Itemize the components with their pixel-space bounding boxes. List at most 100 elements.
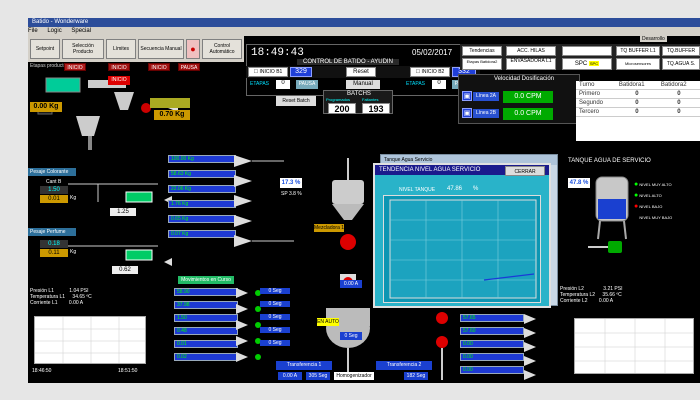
- tq-agua-button[interactable]: TQ.AGUA S.: [662, 58, 700, 70]
- scada-screen: Batido - Wonderware File Logic Special S…: [28, 18, 700, 383]
- status-dot-icon: ●: [634, 203, 639, 210]
- setpoint-button[interactable]: Setpoint: [30, 39, 60, 59]
- spc-button[interactable]: SPC SPC: [562, 58, 612, 70]
- turno-row-b1: 0: [615, 107, 658, 117]
- linea2-label: Línea 2B: [473, 109, 499, 118]
- sec-value: 0 Seg: [260, 301, 290, 307]
- window-titlebar: Batido - Wonderware: [28, 18, 700, 27]
- trend-popup: TENDENCIA NIVEL AGUA SERVICIO CERRAR NIV…: [373, 163, 551, 308]
- status-dot-icon: ●: [634, 181, 639, 188]
- reset-button[interactable]: Reset: [346, 67, 376, 77]
- inicio-small-button[interactable]: INICIO: [108, 76, 130, 85]
- status-dot-icon: ●: [634, 192, 639, 199]
- transf-value-3: 182 Seg: [404, 372, 428, 380]
- popup-title: TENDENCIA NIVEL AGUA SERVICIO: [379, 167, 481, 173]
- spc-badge: SPC: [588, 61, 600, 66]
- sec-value: 0 Seg: [260, 314, 290, 320]
- nivel-indicators: ● NIVEL MUY ALTO ● NIVEL ALTO ● NIVEL BA…: [634, 181, 672, 221]
- tq-buffer-l2-button[interactable]: TQ.BUFFER: [662, 46, 700, 56]
- tag-item: 0.02: [174, 353, 238, 361]
- mezcladora-label: Mezcladora 1: [314, 224, 345, 232]
- bottom-tag-column: 58.90 37.98 1.50 0.48 0.01 0.02: [174, 288, 238, 361]
- inicio-b1-value: 329: [290, 67, 312, 77]
- control-automatico-button[interactable]: Control Automático: [202, 39, 242, 59]
- nivel-trend-chart: [383, 195, 541, 303]
- weight-right-value: 0.70 Kg: [154, 110, 190, 120]
- etapas-left-label: ETAPAS: [250, 81, 269, 87]
- tag-item: 100.00 Kg: [168, 155, 236, 163]
- transferencia2-label: Transferencia 2: [376, 361, 432, 370]
- transf-value-1: 0.00 A: [278, 372, 302, 380]
- linea2-value: 0.0 CPM: [503, 108, 553, 120]
- seleccion-producto-button[interactable]: Selección Producto: [62, 39, 104, 59]
- menu-logic[interactable]: Logic: [47, 28, 61, 34]
- turno-row-label: Primero: [576, 89, 616, 99]
- perfume-value-2: 0.11: [40, 249, 68, 257]
- inicio-b1-button[interactable]: ☐ INICIO B1: [248, 67, 288, 77]
- velocidad-title: Velocidad Dosificación: [493, 76, 555, 82]
- envasadora-button[interactable]: ENVASADORA L1: [506, 58, 556, 70]
- perfume-value-3: 0.62: [112, 266, 138, 274]
- corriente-l2-label: Corriente L2: [560, 298, 588, 304]
- temp-l1-unit: ºC: [86, 294, 92, 300]
- turno-row-b2: 0: [657, 89, 700, 99]
- sp-left-label: SP 3.8 %: [281, 191, 302, 197]
- alarm-icon[interactable]: ●: [186, 39, 200, 59]
- tq-buffer-l1-button[interactable]: TQ BUFFER L1: [616, 46, 660, 56]
- tag-item: 0.00: [460, 353, 524, 361]
- clock-time: 18:49:43: [251, 47, 304, 59]
- turno-row-b1: 0: [615, 98, 658, 108]
- turno-row-b1: 0: [615, 89, 658, 99]
- right-bottom-arrows: [524, 314, 536, 380]
- reset-batch-button[interactable]: Reset Batch: [276, 96, 316, 106]
- inicio-b2-button[interactable]: ☐ INICIO B2: [410, 67, 450, 77]
- l1-readings: Presión L1 1.04 PSI Temperatura L1 34.65…: [30, 288, 150, 318]
- turno-row-label: Segundo: [576, 98, 616, 108]
- colorante-value-2: 0.01: [40, 195, 68, 203]
- time-axis-end: 18:51:50: [118, 368, 138, 374]
- limites-button[interactable]: Límites: [106, 39, 136, 59]
- time-axis-start: 18:46:50: [32, 368, 52, 374]
- weight-left-value: 0.00 Kg: [30, 102, 62, 112]
- batchs-prog-label: Programados: [326, 97, 351, 102]
- close-button[interactable]: CERRAR: [505, 166, 545, 176]
- sec-column: 0 Seg 0 Seg 0 Seg 0 Seg 0 Seg: [260, 288, 290, 346]
- motor-value: 0.00 A: [340, 280, 362, 288]
- etapas-right-value: 0: [432, 80, 446, 89]
- tag-item: 37.98: [174, 301, 238, 309]
- pausa-left-button[interactable]: PAUSA: [296, 80, 318, 89]
- tag-item: 0.01: [174, 340, 238, 348]
- clock-date: 05/02/2017: [412, 48, 453, 57]
- tag-item: 1.50: [174, 314, 238, 322]
- microsensores-button[interactable]: Microsensores: [616, 58, 660, 70]
- corriente-l1-value: 0.00: [68, 300, 79, 306]
- transferencia1-label: Transferencia 1: [276, 361, 332, 370]
- perfume-value-1: 0.18: [40, 240, 68, 248]
- menu-file[interactable]: File: [28, 28, 38, 34]
- secuencia-manual-button[interactable]: Secuencia Manual: [138, 39, 184, 59]
- turno-row-b2: 0: [657, 98, 700, 108]
- tag-arrows: [234, 155, 294, 247]
- etapas-batidora-button[interactable]: Etapas Batidora2: [462, 58, 502, 70]
- menu-special[interactable]: Special: [71, 28, 91, 34]
- colorante-value-3: 1.25: [110, 208, 136, 216]
- linea1-icon: ▣: [462, 91, 472, 101]
- tag-item: 0.00: [460, 340, 524, 348]
- tendencias-button[interactable]: Tendencias: [462, 46, 502, 56]
- trend-chart-l2: [574, 318, 694, 374]
- batidora1-header: Batidora1: [615, 81, 658, 90]
- nivel-tanque-label: NIVEL TANQUE: [399, 187, 436, 193]
- tag-item: 58.63 Kg: [168, 170, 236, 178]
- right-mixer-diagram: [436, 312, 448, 380]
- blank-button[interactable]: [562, 46, 612, 56]
- main-toolbar: Setpoint Selección Producto Límites Secu…: [28, 36, 244, 62]
- nivel-tanque-unit: %: [473, 186, 479, 192]
- manual-mode-label[interactable]: Manual: [346, 80, 380, 89]
- turno-row-label: Tercero: [576, 107, 616, 117]
- pct-left-value: 17.3 %: [280, 178, 302, 188]
- time-value: 0 Seg: [340, 332, 362, 340]
- transf-value-2: 305 Seg: [306, 372, 330, 380]
- acc-hilas-button[interactable]: ACC. HILAS: [506, 46, 556, 56]
- desarrollo-label: Desarrollo: [640, 36, 667, 42]
- corriente-l1-unit: A: [79, 300, 84, 306]
